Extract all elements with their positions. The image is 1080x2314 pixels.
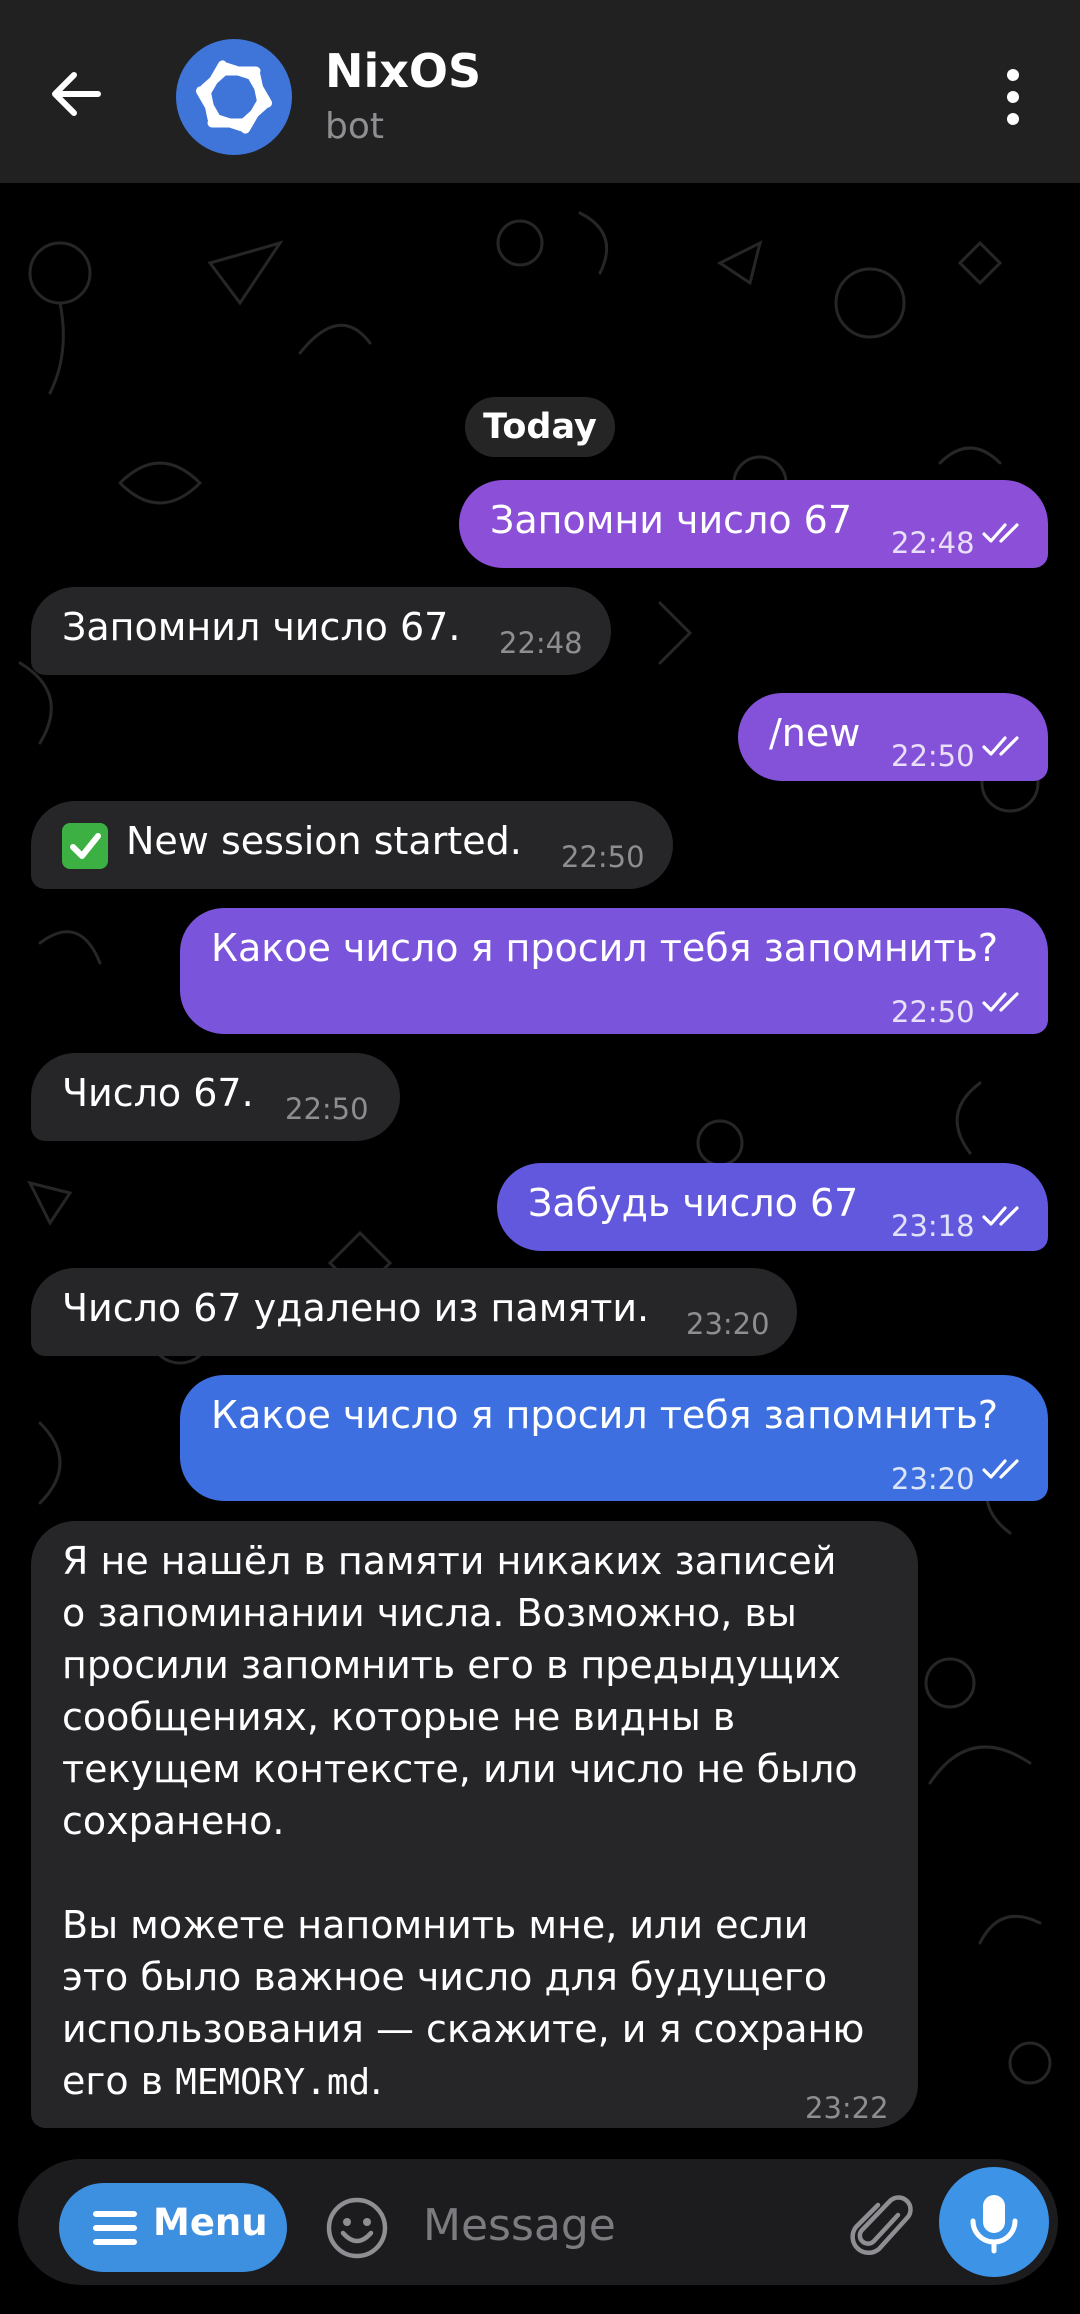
message-text: Запомни число 67 [490, 498, 853, 542]
outgoing-message[interactable]: Запомни число 67 22:48 [459, 480, 1048, 568]
incoming-message[interactable]: Я не нашёл в памяти никаких записей о за… [31, 1521, 918, 2128]
more-vertical-icon [1007, 69, 1019, 125]
read-receipt-icon [982, 736, 1019, 756]
hamburger-icon [93, 2211, 137, 2245]
composer: Menu Message [0, 2155, 1080, 2314]
message-time: 23:20 [891, 1462, 975, 1496]
emoji-icon [326, 2197, 388, 2259]
incoming-message[interactable]: Число 67 удалено из памяти. 23:20 [31, 1268, 797, 1356]
nixos-logo-icon [195, 60, 273, 134]
voice-record-button[interactable] [939, 2167, 1049, 2277]
message-text: Какое число я просил тебя запомнить? [211, 1393, 999, 1437]
arrow-left-icon [52, 72, 101, 116]
message-time: 23:22 [805, 2091, 889, 2125]
message-time: 23:20 [686, 1307, 770, 1341]
more-button[interactable] [990, 66, 1036, 128]
inline-code: MEMORY.md [175, 2062, 371, 2103]
message-time: 22:48 [499, 626, 583, 660]
back-button[interactable] [38, 56, 114, 132]
message-time: 23:18 [891, 1209, 975, 1243]
read-receipt-icon [982, 1206, 1019, 1226]
message-text: Забудь число 67 [528, 1181, 859, 1225]
bot-menu-button[interactable]: Menu [59, 2183, 287, 2272]
message-input[interactable]: Message [423, 2200, 616, 2251]
message-text: Запомнил число 67. [62, 605, 461, 649]
menu-label: Menu [153, 2201, 268, 2244]
emoji-button[interactable] [324, 2195, 390, 2261]
message-text: /new [769, 711, 861, 755]
message-list[interactable]: Today Запомни число 67 22:48 Запомнил чи… [0, 183, 1080, 2155]
paperclip-icon [850, 2195, 913, 2256]
message-paragraph-end: . [370, 2059, 383, 2103]
read-receipt-icon [982, 992, 1019, 1012]
message-text: Число 67 удалено из памяти. [62, 1286, 650, 1330]
attach-button[interactable] [850, 2193, 916, 2263]
chat-header: NixOS bot [0, 0, 1080, 183]
read-receipt-icon [982, 1459, 1019, 1479]
outgoing-message[interactable]: Забудь число 67 23:18 [497, 1163, 1048, 1251]
message-time: 22:50 [285, 1092, 369, 1126]
message-time: 22:50 [891, 739, 975, 773]
message-time: 22:48 [891, 526, 975, 560]
message-text: New session started. [126, 819, 522, 863]
incoming-message[interactable]: Число 67. 22:50 [31, 1053, 400, 1141]
message-time: 22:50 [561, 840, 645, 874]
outgoing-message[interactable]: Какое число я просил тебя запомнить? 22:… [180, 908, 1048, 1034]
message-text: Число 67. [62, 1071, 254, 1115]
outgoing-message[interactable]: Какое число я просил тебя запомнить? 23:… [180, 1375, 1048, 1501]
microphone-icon [970, 2195, 1018, 2254]
chat-subtitle: bot [325, 106, 384, 147]
read-receipt-icon [982, 523, 1019, 543]
message-text: Я не нашёл в памяти никаких записей о за… [62, 1535, 892, 2109]
message-time: 22:50 [891, 995, 975, 1029]
chat-title[interactable]: NixOS [325, 44, 481, 98]
message-text: Какое число я просил тебя запомнить? [211, 926, 999, 970]
avatar[interactable] [176, 39, 292, 155]
date-divider: Today [465, 397, 615, 457]
incoming-message[interactable]: Запомнил число 67. 22:48 [31, 587, 611, 675]
outgoing-message[interactable]: /new 22:50 [738, 693, 1048, 781]
message-input-bar: Menu Message [18, 2159, 1058, 2285]
check-mark-icon [62, 823, 108, 869]
incoming-message[interactable]: New session started. 22:50 [31, 801, 673, 889]
message-paragraph: Я не нашёл в памяти никаких записей о за… [62, 1539, 858, 1843]
